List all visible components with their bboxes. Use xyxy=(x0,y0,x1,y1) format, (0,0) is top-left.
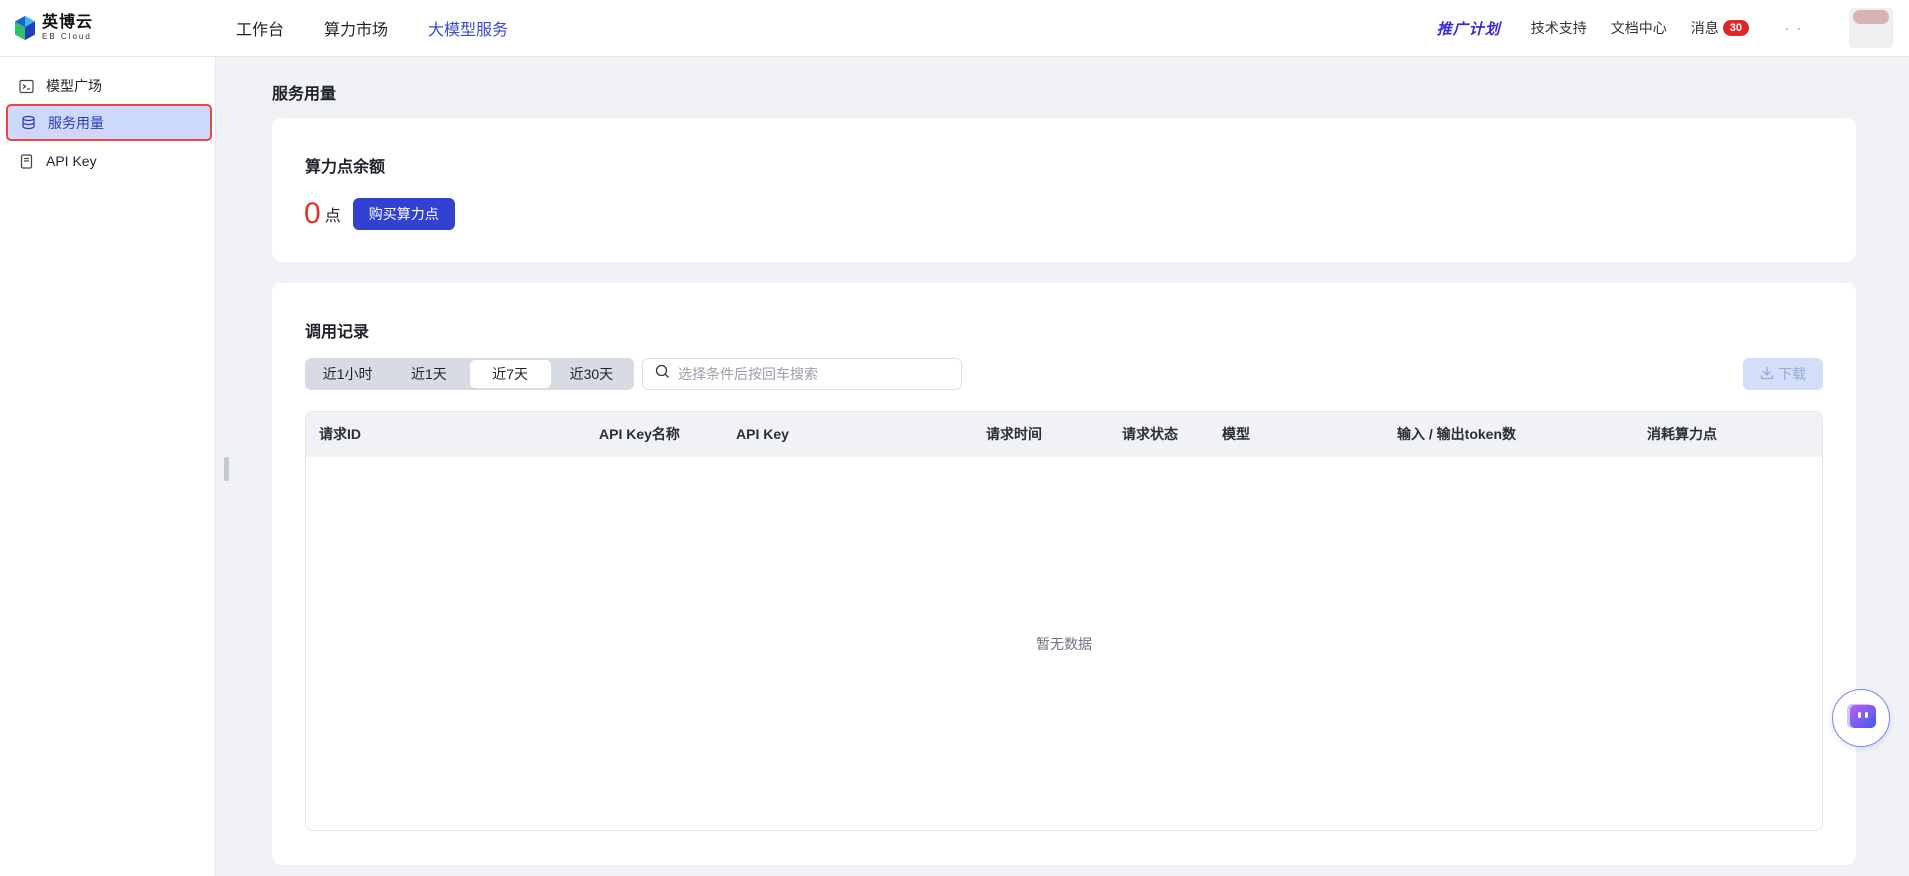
sidebar-item-model-plaza[interactable]: 模型广场 xyxy=(6,69,212,103)
robot-icon xyxy=(1845,701,1877,736)
assistant-bot-button[interactable] xyxy=(1832,689,1890,747)
promo-link[interactable]: 推广计划 xyxy=(1437,18,1501,39)
column-header: 请求状态 xyxy=(1122,426,1178,442)
terminal-icon xyxy=(18,78,34,94)
column-header: 请求时间 xyxy=(986,426,1042,442)
key-card-icon xyxy=(18,153,34,169)
column-header: API Key xyxy=(736,426,789,442)
nav-workbench[interactable]: 工作台 xyxy=(236,16,284,40)
time-range-segmented: 近1小时 近1天 近7天 近30天 xyxy=(305,358,634,390)
column-header: 模型 xyxy=(1222,426,1250,442)
nav-compute-market[interactable]: 算力市场 xyxy=(324,16,388,40)
brand-name-en: EB Cloud xyxy=(42,32,92,41)
range-30d[interactable]: 近30天 xyxy=(551,360,632,388)
sidebar-collapse-handle[interactable] xyxy=(224,457,229,481)
sidebar-item-label: API Key xyxy=(46,153,97,169)
sidebar: 模型广场 服务用量 API Key xyxy=(0,57,216,876)
docs-link[interactable]: 文档中心 xyxy=(1611,18,1667,38)
table-header: 请求ID API Key名称 API Key 请求时间 请求状态 模型 输入 /… xyxy=(306,412,1822,457)
column-header: 消耗算力点 xyxy=(1647,426,1717,442)
column-header: 输入 / 输出token数 xyxy=(1397,426,1517,442)
sidebar-item-service-usage[interactable]: 服务用量 xyxy=(6,104,212,141)
range-7d[interactable]: 近7天 xyxy=(469,360,551,388)
balance-unit: 点 xyxy=(324,208,341,225)
balance-row: 0 点 购买算力点 xyxy=(304,198,455,230)
buy-compute-button[interactable]: 购买算力点 xyxy=(352,198,455,230)
top-right-actions: 推广计划 技术支持 文档中心 消息 30 ·· xyxy=(1437,0,1893,56)
column-header: API Key名称 xyxy=(599,426,680,442)
database-icon xyxy=(20,115,36,131)
download-button[interactable]: 下载 xyxy=(1743,358,1823,390)
records-card: 调用记录 近1小时 近1天 近7天 近30天 下载 请求ID API Key名称… xyxy=(272,283,1856,865)
dots-icon[interactable]: ·· xyxy=(1785,21,1809,35)
range-1h[interactable]: 近1小时 xyxy=(307,360,388,388)
nav-llm-service[interactable]: 大模型服务 xyxy=(428,16,508,40)
download-label: 下载 xyxy=(1778,366,1806,382)
top-bar: 英博云 EB Cloud 工作台 算力市场 大模型服务 推广计划 技术支持 文档… xyxy=(0,0,1909,57)
column-header: 请求ID xyxy=(319,426,361,442)
balance-card: 算力点余额 0 点 购买算力点 xyxy=(272,118,1856,262)
messages-label: 消息 xyxy=(1690,20,1719,36)
search-input[interactable] xyxy=(678,366,938,382)
search-box xyxy=(642,358,962,390)
sidebar-item-label: 服务用量 xyxy=(48,114,104,131)
sidebar-item-api-key[interactable]: API Key xyxy=(6,144,212,178)
message-count-badge: 30 xyxy=(1722,20,1749,36)
page-title: 服务用量 xyxy=(272,86,337,103)
support-link[interactable]: 技术支持 xyxy=(1531,18,1587,38)
logo[interactable]: 英博云 EB Cloud xyxy=(14,13,93,43)
sidebar-item-label: 模型广场 xyxy=(46,78,102,94)
range-1d[interactable]: 近1天 xyxy=(388,360,469,388)
avatar[interactable] xyxy=(1849,8,1893,48)
brand-name: 英博云 xyxy=(42,14,94,31)
search-icon xyxy=(655,364,670,384)
balance-title: 算力点余额 xyxy=(305,159,386,176)
logo-mark-icon xyxy=(14,15,36,41)
records-title: 调用记录 xyxy=(305,324,370,341)
balance-value: 0 xyxy=(304,197,321,230)
top-nav: 工作台 算力市场 大模型服务 xyxy=(236,0,508,56)
records-table: 请求ID API Key名称 API Key 请求时间 请求状态 模型 输入 /… xyxy=(305,411,1823,831)
download-icon xyxy=(1760,366,1778,383)
messages-link[interactable]: 消息 30 xyxy=(1691,18,1749,38)
empty-state: 暂无数据 xyxy=(1036,635,1092,652)
